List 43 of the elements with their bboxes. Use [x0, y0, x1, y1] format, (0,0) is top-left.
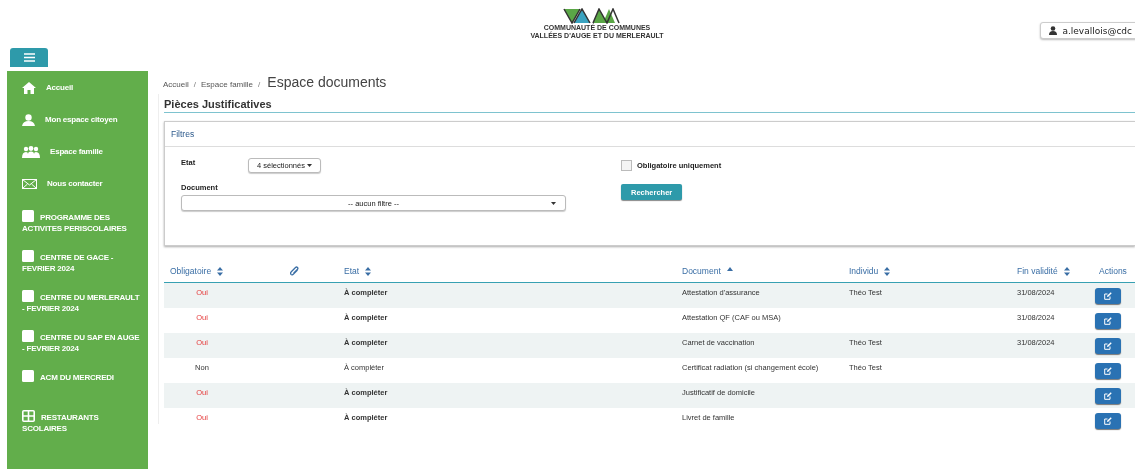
column-header[interactable]: Fin validité — [1011, 260, 1093, 282]
edit-icon — [1104, 292, 1112, 300]
home-icon — [22, 81, 36, 94]
edit-icon — [1104, 317, 1112, 325]
panel-title: Pièces Justificatives — [164, 94, 1135, 113]
square-icon — [22, 330, 34, 342]
family-icon — [22, 145, 40, 158]
page-title: Espace documents — [267, 74, 387, 90]
edit-button[interactable] — [1095, 363, 1121, 379]
user-icon — [1049, 26, 1058, 35]
filters-title: Filtres — [165, 122, 1135, 147]
square-icon — [22, 370, 34, 382]
column-header[interactable]: Actions — [1093, 260, 1135, 282]
column-header[interactable]: Individu — [843, 260, 1011, 282]
checkbox[interactable] — [621, 159, 632, 171]
edit-icon — [1104, 392, 1112, 400]
menu-icon — [23, 53, 35, 62]
edit-button[interactable] — [1095, 413, 1121, 429]
mail-icon — [22, 178, 37, 189]
edit-button[interactable] — [1095, 338, 1121, 354]
breadcrumb-separator: / — [193, 80, 197, 89]
edit-button[interactable] — [1095, 288, 1121, 304]
breadcrumb-link[interactable]: Accueil — [163, 80, 189, 89]
caret-icon — [306, 164, 312, 167]
grid-icon — [22, 410, 35, 422]
menu-button[interactable] — [10, 48, 48, 67]
user-menu-button[interactable]: a.levallois@cdc — [1040, 22, 1135, 39]
edit-button[interactable] — [1095, 388, 1121, 404]
edit-button[interactable] — [1095, 313, 1121, 329]
paperclip-icon — [290, 266, 299, 276]
square-icon — [22, 210, 34, 222]
square-icon — [22, 290, 34, 302]
caret-icon — [551, 202, 556, 205]
breadcrumb-separator: / — [258, 80, 261, 89]
column-header[interactable]: Document — [676, 260, 843, 282]
column-header[interactable]: Obligatoire — [164, 260, 288, 282]
user-icon — [22, 113, 35, 126]
edit-icon — [1104, 367, 1112, 375]
square-icon — [22, 250, 34, 262]
edit-icon — [1104, 417, 1112, 425]
column-header[interactable]: Etat — [338, 260, 676, 282]
edit-icon — [1104, 342, 1112, 350]
breadcrumb-link[interactable]: Espace famille — [201, 80, 254, 89]
